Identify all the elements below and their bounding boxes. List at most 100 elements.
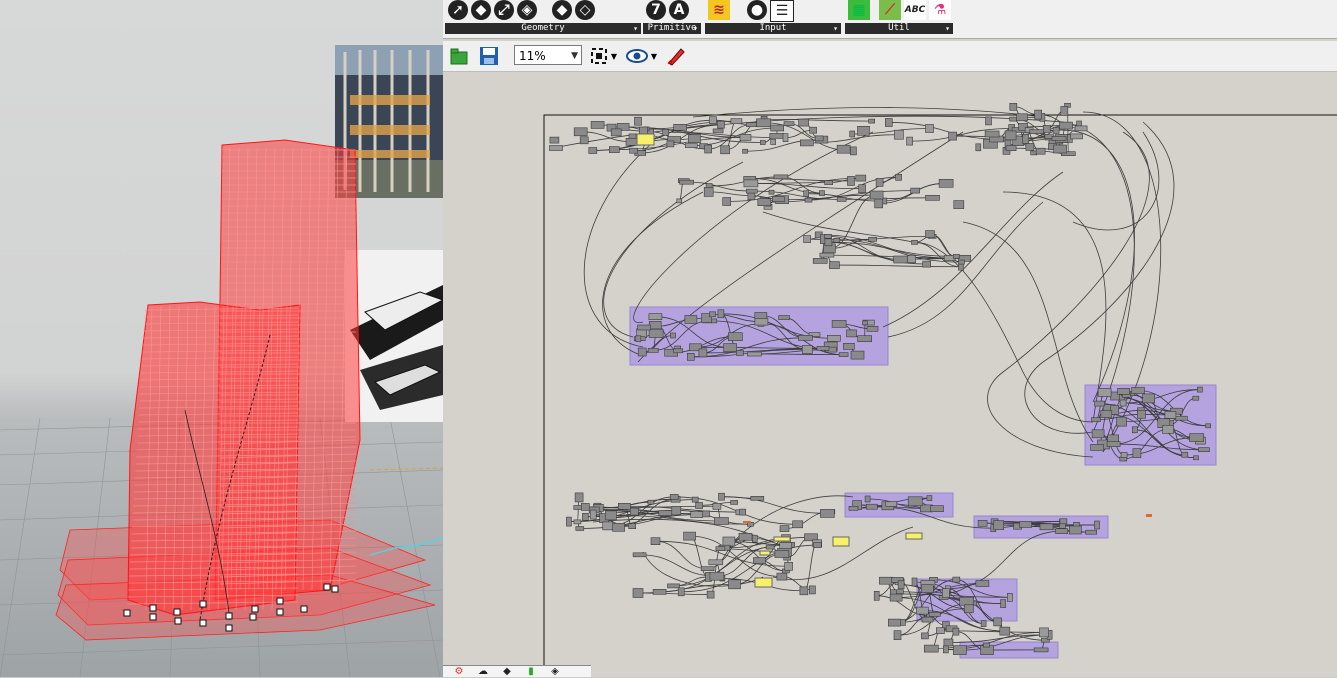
component-node[interactable] [770,139,777,145]
component-node[interactable] [549,136,560,144]
component-node[interactable] [727,332,743,342]
component-node[interactable] [953,645,967,655]
component-node[interactable] [921,616,934,623]
component-node[interactable] [915,606,929,615]
component-node[interactable] [1181,451,1189,458]
component-node[interactable] [629,147,638,154]
component-node[interactable] [738,532,753,541]
component-node[interactable] [782,133,789,143]
component-node[interactable] [1059,121,1073,130]
component-node[interactable] [688,134,701,144]
ribbon-group-primitive[interactable]: 7 A Primitive ▾ [643,0,701,34]
component-node[interactable] [662,128,669,136]
component-node[interactable] [943,638,954,647]
component-node[interactable] [754,317,769,326]
component-node[interactable] [799,586,809,596]
component-node[interactable] [993,520,1005,530]
component-node[interactable] [1085,529,1098,535]
component-node[interactable] [628,523,636,530]
component-node[interactable] [819,190,825,196]
component-node[interactable] [836,197,847,202]
component-node[interactable] [847,176,855,186]
component-node[interactable] [838,352,849,357]
component-node[interactable] [1029,129,1045,134]
save-file-icon[interactable] [478,45,500,67]
component-node[interactable] [798,118,809,127]
component-node[interactable] [1189,433,1204,442]
component-node[interactable] [751,534,758,543]
component-node[interactable] [715,546,726,552]
component-node[interactable] [718,492,725,501]
component-node[interactable] [773,174,789,180]
component-node[interactable] [820,509,835,518]
component-node[interactable] [869,190,884,200]
component-node[interactable] [736,350,744,356]
component-node[interactable] [720,145,730,155]
component-node[interactable] [803,235,811,243]
component-node[interactable] [722,536,736,547]
component-node[interactable] [850,350,865,360]
component-node[interactable] [897,580,905,590]
component-node[interactable] [985,116,992,126]
component-node[interactable] [679,179,694,185]
component-node[interactable] [1205,423,1212,429]
component-node[interactable] [1039,523,1054,531]
component-node[interactable] [756,118,771,128]
component-node[interactable] [809,126,817,134]
component-node[interactable] [1006,593,1013,602]
open-file-icon[interactable] [448,45,470,67]
component-node[interactable] [799,139,814,147]
component-node[interactable] [925,195,940,201]
component-node[interactable] [857,125,870,136]
component-node[interactable] [605,510,617,521]
component-node[interactable] [1022,134,1029,144]
component-node[interactable] [1116,416,1127,427]
component-node[interactable] [829,261,840,269]
component-node[interactable] [637,347,647,357]
component-node[interactable] [610,128,622,137]
chart-icon[interactable]: ▮ [521,666,541,678]
component-node[interactable] [772,196,785,202]
component-node[interactable] [1142,393,1156,404]
component-node[interactable] [684,315,698,324]
component-node[interactable] [862,320,868,326]
component-node[interactable] [632,588,644,598]
control-point[interactable] [225,612,233,620]
component-node[interactable] [836,144,851,154]
component-node[interactable] [1039,627,1049,638]
component-node[interactable] [687,352,695,361]
component-node[interactable] [1091,417,1101,422]
component-node[interactable] [809,585,816,595]
component-node[interactable] [745,188,758,194]
component-node[interactable] [814,135,824,142]
component-node[interactable] [875,178,884,187]
component-node[interactable] [874,198,884,209]
component-node[interactable] [637,324,651,331]
component-node[interactable] [1016,113,1028,122]
component-node[interactable] [723,343,737,352]
component-node[interactable] [1068,525,1082,535]
component-node[interactable] [634,116,642,126]
control-point[interactable] [300,605,308,613]
component-node[interactable] [911,577,918,587]
component-node[interactable] [1070,133,1083,140]
component-node[interactable] [618,502,631,510]
control-point[interactable] [323,583,331,591]
abc-icon[interactable]: ABC [904,0,926,20]
component-node[interactable] [691,496,699,503]
component-node[interactable] [779,542,793,549]
component-node[interactable] [824,180,834,185]
component-node[interactable] [865,503,878,510]
component-node[interactable] [730,500,738,505]
component-node[interactable] [648,321,662,329]
component-node[interactable] [887,618,901,627]
component-node[interactable] [873,590,880,601]
component-node[interactable] [935,627,945,635]
component-node[interactable] [895,174,902,181]
component-node[interactable] [676,198,683,204]
component-node[interactable] [612,522,625,532]
component-node[interactable] [1090,444,1104,451]
component-node[interactable] [864,495,871,503]
component-node[interactable] [801,345,813,354]
component-node[interactable] [885,501,898,507]
